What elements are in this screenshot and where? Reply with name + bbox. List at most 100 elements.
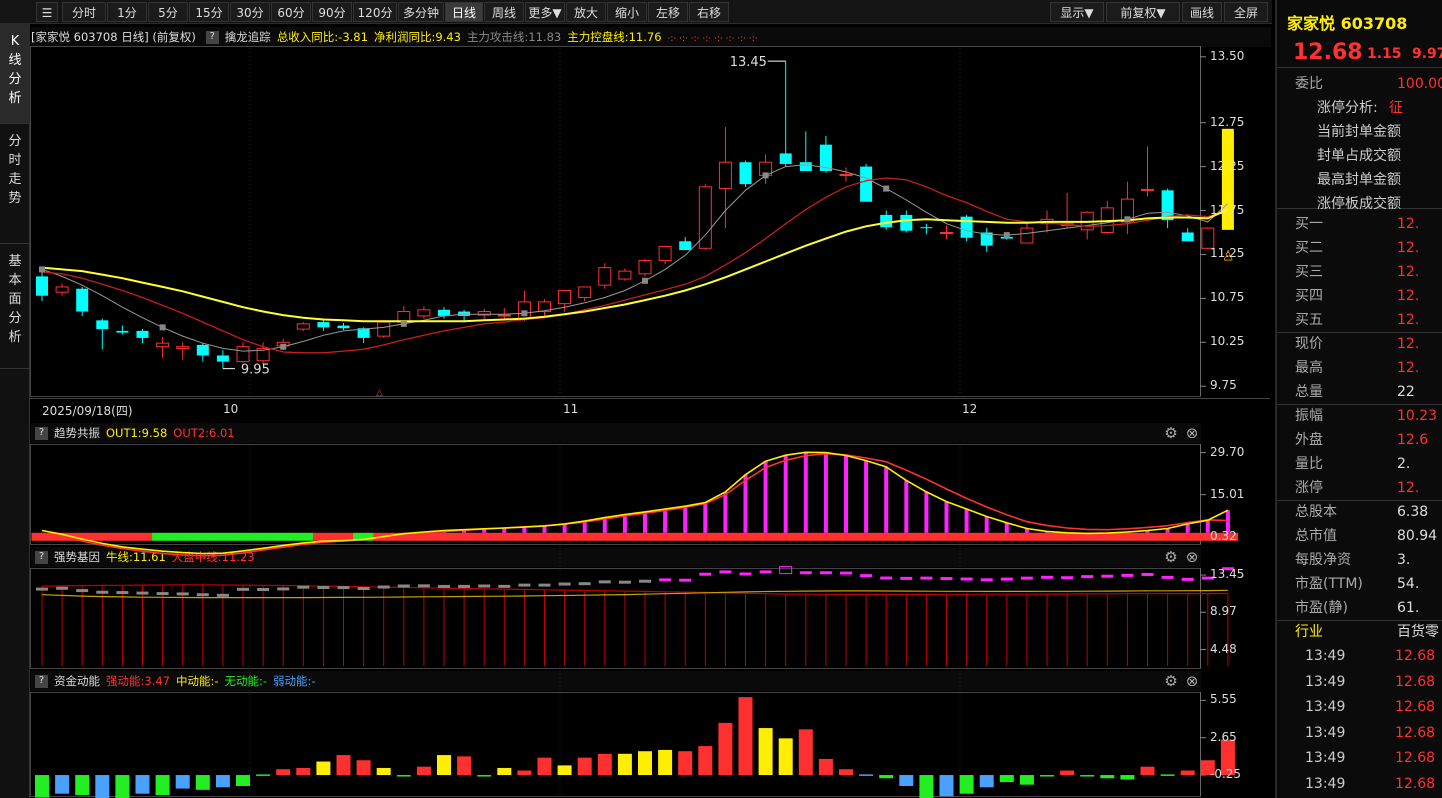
gene-mark bbox=[357, 587, 370, 591]
quote-row: 当前封单金额 bbox=[1317, 120, 1401, 144]
candle-body bbox=[377, 321, 391, 337]
quote-value: 80.94 bbox=[1397, 528, 1438, 544]
candle-body bbox=[176, 346, 190, 349]
candle-body bbox=[337, 325, 350, 329]
ma-slow-line bbox=[41, 208, 1229, 323]
status-bar-seg bbox=[111, 532, 133, 541]
quote-label: 振幅 bbox=[1295, 408, 1323, 424]
momentum-bar bbox=[1140, 766, 1155, 776]
resonance-bar bbox=[1004, 522, 1009, 533]
quote-value: 22 bbox=[1397, 384, 1415, 400]
gene-mark bbox=[196, 593, 209, 597]
gene-mid-line bbox=[41, 584, 1228, 595]
gene-mark bbox=[317, 586, 330, 590]
resonance-bar bbox=[924, 491, 929, 533]
gene-mark bbox=[337, 586, 350, 590]
gene-mark bbox=[297, 585, 310, 589]
candle-body bbox=[960, 216, 973, 238]
gene-mark bbox=[518, 583, 531, 587]
gene-mark bbox=[257, 588, 270, 592]
status-bar-seg bbox=[1157, 532, 1178, 541]
y-tick-label: 12.75 bbox=[1210, 114, 1245, 129]
status-bar-seg bbox=[1056, 532, 1078, 541]
candle-body bbox=[558, 289, 572, 305]
momentum-bar bbox=[95, 775, 110, 798]
gene-mark bbox=[76, 589, 89, 593]
gene-mark bbox=[1000, 577, 1013, 581]
quote-label: 涨停 bbox=[1295, 480, 1323, 496]
quote-label: 买二 bbox=[1295, 240, 1323, 256]
tick-price: 12.68 bbox=[1395, 699, 1436, 715]
status-bar-seg bbox=[473, 532, 495, 541]
quote-row: 市盈(静) 61. bbox=[1295, 596, 1419, 620]
momentum-bar bbox=[195, 775, 210, 790]
momentum-bar bbox=[1040, 775, 1054, 777]
status-bar-seg bbox=[735, 532, 756, 541]
gene-mark bbox=[458, 584, 471, 588]
status-bar-seg bbox=[1116, 532, 1138, 541]
quote-row: 振幅 10.23 bbox=[1295, 404, 1437, 428]
candle-body bbox=[36, 276, 48, 296]
tick-row: 13:49 12.68 bbox=[1305, 670, 1435, 694]
candle-body bbox=[417, 309, 431, 317]
momentum-bar bbox=[798, 729, 813, 776]
quote-label: 现价 bbox=[1295, 336, 1323, 352]
momentum-bar bbox=[316, 761, 331, 776]
status-bar-seg bbox=[936, 532, 957, 541]
status-bar-seg bbox=[534, 532, 555, 541]
candle-body bbox=[156, 342, 170, 348]
momentum-bar bbox=[55, 775, 70, 794]
quote-label: 市盈(静) bbox=[1295, 600, 1348, 616]
status-bar-seg bbox=[815, 532, 836, 541]
quote-label: 每股净资 bbox=[1295, 552, 1351, 568]
resonance-bar bbox=[964, 509, 969, 533]
gene-mark bbox=[920, 576, 933, 580]
quote-value: 12. bbox=[1397, 288, 1420, 304]
quote-row: 涨停 12. bbox=[1295, 476, 1419, 500]
resonance-bar bbox=[823, 452, 828, 533]
status-bar-seg bbox=[152, 532, 173, 541]
status-bar-seg bbox=[212, 532, 233, 541]
momentum-bar bbox=[115, 775, 130, 798]
momentum-bar bbox=[778, 738, 793, 776]
tick-time: 13:49 bbox=[1305, 724, 1346, 741]
candle-body bbox=[900, 214, 913, 231]
momentum-bar bbox=[437, 755, 451, 776]
candle-body bbox=[317, 322, 330, 328]
tick-time: 13:49 bbox=[1305, 750, 1346, 766]
momentum-bar bbox=[256, 774, 271, 776]
gene-mark bbox=[438, 584, 450, 588]
status-bar-seg bbox=[855, 532, 877, 541]
quote-panel: 家家悦 603708 12.68 1.15 9.97 委比 100.00 涨停分析:… bbox=[1275, 0, 1442, 798]
quote-value: 12. bbox=[1397, 216, 1420, 232]
momentum-bar bbox=[215, 775, 230, 788]
quote-value: 100.00 bbox=[1397, 76, 1442, 92]
quote-label: 买四 bbox=[1295, 288, 1323, 304]
gene-mark bbox=[960, 577, 973, 581]
date-axis-label: 12 bbox=[962, 402, 978, 416]
momentum-bar bbox=[979, 775, 994, 788]
status-bar-seg bbox=[252, 532, 274, 541]
gene-mark bbox=[719, 570, 732, 574]
momentum-bar bbox=[416, 766, 431, 776]
gene-mark bbox=[538, 583, 551, 587]
status-bar-seg bbox=[976, 532, 997, 541]
tick-price: 12.68 bbox=[1395, 750, 1436, 766]
candle-body bbox=[76, 288, 89, 312]
ma-marker bbox=[642, 277, 648, 284]
status-bar-seg bbox=[634, 532, 656, 541]
quote-value: 12. bbox=[1397, 360, 1420, 376]
gene-mark bbox=[699, 572, 712, 576]
candle-body bbox=[578, 286, 592, 298]
status-bar-seg bbox=[433, 532, 455, 541]
price-pct: 9.97 bbox=[1412, 46, 1442, 62]
date-axis-label: 10 bbox=[223, 402, 239, 416]
momentum-bar bbox=[276, 769, 291, 776]
quote-row: 封单占成交额 bbox=[1317, 144, 1401, 168]
gene-mark bbox=[679, 578, 692, 582]
status-bar-seg bbox=[272, 532, 294, 541]
momentum-bar bbox=[919, 775, 934, 798]
y-tick-label: 0.32 bbox=[1210, 528, 1237, 543]
gene-mark bbox=[1020, 576, 1033, 580]
gene-mark bbox=[618, 580, 631, 584]
